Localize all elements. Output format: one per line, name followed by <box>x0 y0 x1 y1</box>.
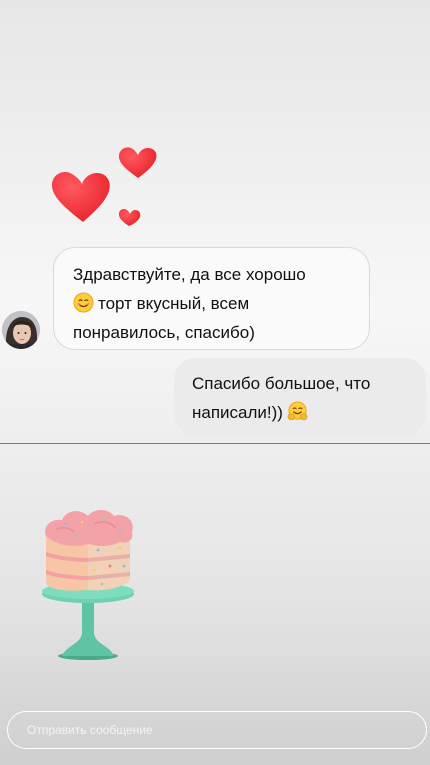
hearts-icon <box>51 147 157 226</box>
outgoing-message-bubble[interactable]: Спасибо большое, что написали!)) <box>174 358 426 436</box>
outgoing-message-line-2: написали!)) <box>192 403 283 422</box>
incoming-message-line-2: торт вкусный, всем <box>98 294 250 313</box>
incoming-message-bubble[interactable]: Здравствуйте, да все хорошо торт вкусный… <box>53 247 370 350</box>
divider <box>0 443 430 444</box>
outgoing-message-line-2-wrapper: написали!)) <box>192 398 410 427</box>
cake-on-stand-icon <box>42 510 134 660</box>
incoming-message-line-2-wrapper: торт вкусный, всем <box>73 289 353 318</box>
incoming-message-line-3: понравилось, спасибо) <box>73 323 255 342</box>
smiling-face-icon <box>73 292 94 313</box>
message-input-placeholder: Отправить сообщение <box>27 723 153 737</box>
avatar[interactable] <box>2 311 40 349</box>
hugging-face-icon <box>287 401 308 420</box>
chat-screenshot: Здравствуйте, да все хорошо торт вкусный… <box>0 0 430 445</box>
avatar-image <box>2 311 40 349</box>
outgoing-message-line-1: Спасибо большое, что <box>192 374 371 393</box>
message-input[interactable]: Отправить сообщение <box>7 711 427 749</box>
incoming-message-line-1: Здравствуйте, да все хорошо <box>73 265 306 284</box>
